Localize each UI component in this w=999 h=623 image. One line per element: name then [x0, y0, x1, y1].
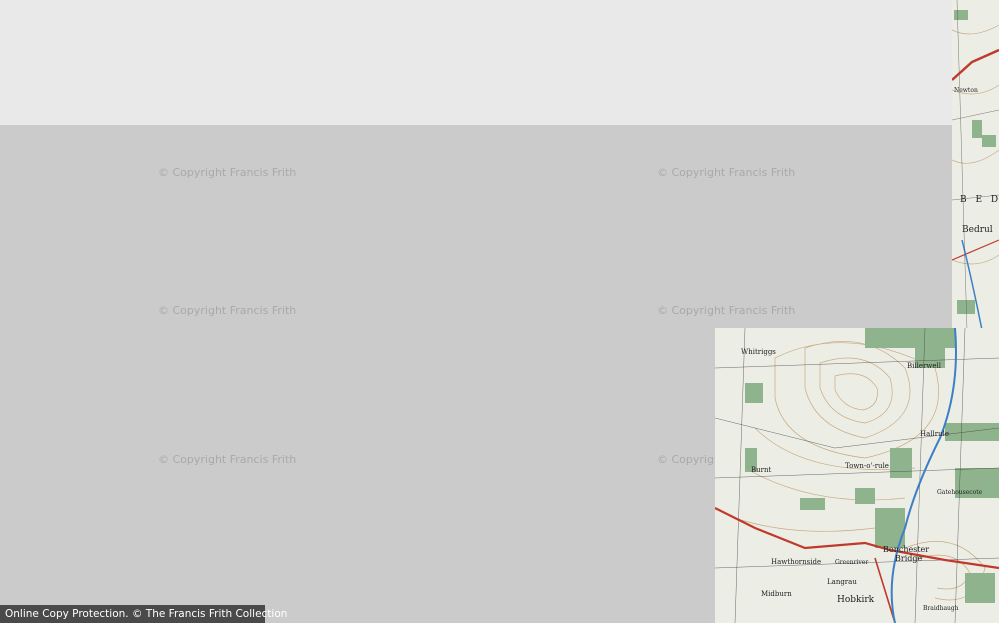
copyright-watermark: © Copyright Francis Frith	[158, 304, 297, 317]
place-label: Bonchester	[883, 545, 929, 554]
place-label: Hobkirk	[837, 595, 875, 605]
place-label: Langrau	[827, 578, 857, 586]
place-label: Newton	[954, 87, 978, 94]
map-tile-lower-right-art: Whitriggs Billerwell Hallrule Town-o'-ru…	[715, 328, 999, 623]
copyright-watermark: © Copyright Francis Frith	[657, 304, 796, 317]
map-tile-upper-right-art: Newton B E D Bedrul	[952, 0, 999, 330]
place-label: Midburn	[761, 590, 792, 598]
place-label: B E D	[960, 195, 999, 205]
copyright-watermark: © Copyright Francis Frith	[657, 166, 796, 179]
place-label: Bridge	[895, 554, 923, 563]
place-label: Whitriggs	[741, 348, 776, 356]
place-label: Gatehousecote	[937, 489, 983, 496]
place-label: Billerwell	[907, 362, 942, 370]
copyright-watermark: © Copyright Francis Frith	[158, 453, 297, 466]
place-label: Bedrul	[962, 225, 993, 235]
place-label: Braidhaugh	[923, 605, 959, 612]
top-blank-band	[0, 0, 999, 125]
place-label: Hawthornside	[771, 558, 821, 566]
place-label: Town-o'-rule	[845, 462, 889, 470]
map-tile-upper-right[interactable]: Newton B E D Bedrul	[952, 0, 999, 330]
copyright-watermark: © Copyright Francis Frith	[158, 166, 297, 179]
copy-protection-notice: Online Copy Protection. © The Francis Fr…	[0, 605, 287, 623]
place-label: Hallrule	[920, 430, 949, 438]
place-label: Burnt	[751, 466, 772, 474]
map-tile-lower-right[interactable]: Whitriggs Billerwell Hallrule Town-o'-ru…	[715, 328, 999, 623]
place-label: Greenriver	[835, 559, 868, 566]
